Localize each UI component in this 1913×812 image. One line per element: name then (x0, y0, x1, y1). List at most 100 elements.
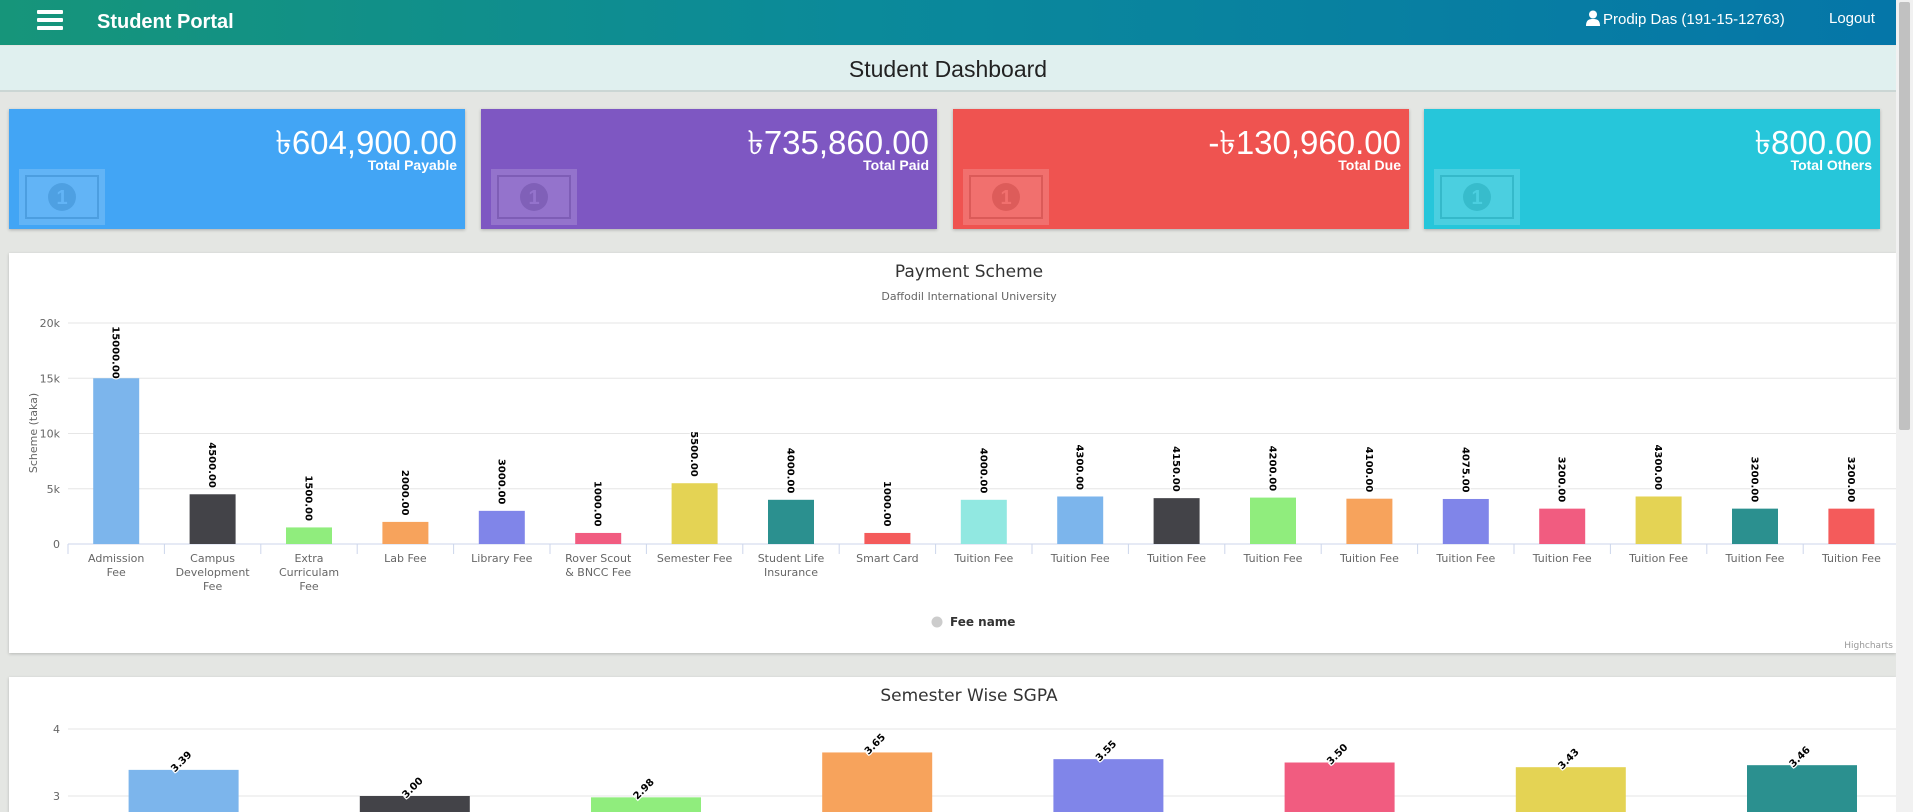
page-title: Student Dashboard (848, 56, 1048, 82)
logout-link[interactable]: Logout (1829, 10, 1875, 27)
x-category-label: Tuition Fee (1146, 552, 1206, 565)
bar (93, 378, 140, 544)
data-label: 3200.00 (1845, 457, 1856, 503)
bar (1250, 497, 1296, 544)
legend-label: Fee name (950, 615, 1015, 629)
bar (128, 769, 239, 812)
x-category-label: Tuition Fee (1339, 552, 1399, 565)
hamburger-icon[interactable] (37, 10, 63, 34)
bar (1732, 508, 1778, 544)
svg-text:1: 1 (1471, 187, 1482, 209)
x-category-label: Library Fee (471, 552, 532, 565)
bar (189, 494, 236, 544)
svg-text:1: 1 (528, 187, 539, 209)
y-tick-label: 5k (47, 483, 61, 496)
data-label: 4300.00 (1074, 444, 1085, 490)
bar (1346, 498, 1393, 544)
bar (671, 483, 718, 544)
data-label: 3000.00 (495, 459, 506, 505)
y-tick-label: 3 (53, 790, 60, 803)
payment-scheme-chart: Payment Scheme Daffodil International Uni… (27, 262, 1896, 651)
data-label: 15000.00 (110, 326, 121, 379)
svg-text:1: 1 (1000, 187, 1011, 209)
money-bill-icon: 1 (491, 169, 577, 225)
user-menu[interactable]: Prodip Das (191-15-12763) (1586, 10, 1785, 28)
bar (286, 527, 332, 544)
card-label: Total Others (1790, 157, 1872, 173)
bar (1539, 508, 1586, 544)
card-total-others: 1 ৳800.00 Total Others (1424, 109, 1880, 229)
payment-scheme-panel: Payment Scheme Daffodil International Uni… (9, 253, 1896, 653)
x-category-label: Student Life Insurance (758, 552, 825, 579)
x-category-label: Smart Card (856, 552, 919, 565)
data-label: 2000.00 (399, 470, 410, 516)
bar (1747, 765, 1857, 812)
card-total-paid: 1 ৳735,860.00 Total Paid (481, 109, 937, 229)
y-tick-label: 20k (40, 317, 61, 330)
data-label: 4300.00 (1652, 444, 1663, 490)
bar (359, 796, 470, 812)
x-category-label: Tuition Fee (1050, 552, 1110, 565)
bar (1442, 498, 1489, 544)
data-label: 4100.00 (1363, 447, 1374, 493)
x-category-label: Tuition Fee (953, 552, 1013, 565)
bar (1828, 508, 1875, 544)
svg-text:1: 1 (56, 187, 67, 209)
bar (822, 752, 933, 812)
legend-symbol (931, 616, 943, 628)
sgpa-panel: Semester Wise SGPA 3 4 3.39 3.00 2.98 3.65 3.55… (9, 677, 1896, 812)
data-label: 4200.00 (1267, 446, 1278, 492)
bar (768, 499, 814, 544)
x-category-label: Tuition Fee (1532, 552, 1592, 565)
bar (864, 532, 911, 544)
data-label: 3200.00 (1749, 457, 1760, 503)
bar (1635, 496, 1682, 544)
brand-title[interactable]: Student Portal (97, 11, 234, 34)
x-category-label: Tuition Fee (1821, 552, 1881, 565)
chart-subtitle: Daffodil International University (881, 290, 1057, 303)
bar (1284, 762, 1395, 812)
bar (960, 499, 1007, 544)
data-label: 1500.00 (303, 475, 314, 521)
data-label: 4075.00 (1459, 447, 1470, 493)
data-label: 5500.00 (688, 431, 699, 477)
x-category-label: Tuition Fee (1435, 552, 1495, 565)
x-category-label: Tuition Fee (1243, 552, 1303, 565)
bar (575, 532, 622, 544)
money-bill-icon: 1 (19, 169, 105, 225)
data-label: 4000.00 (977, 448, 988, 494)
bar (1515, 767, 1626, 812)
money-bill-icon: 1 (1434, 169, 1520, 225)
data-label: 1000.00 (592, 481, 603, 527)
card-label: Total Payable (367, 157, 457, 173)
x-category-label: Campus Development Fee (176, 552, 251, 593)
y-tick-label: 15k (40, 372, 61, 385)
x-category-label: Rover Scout & BNCC Fee (565, 552, 632, 579)
y-axis-label: Scheme (taka) (27, 393, 40, 473)
card-label: Total Paid (863, 157, 929, 173)
y-tick-label: 4 (53, 723, 60, 736)
chart-title: Semester Wise SGPA (880, 686, 1058, 706)
sgpa-chart: Semester Wise SGPA343.393.00 2.983.65 3.55… (53, 686, 1896, 812)
x-category-label: Tuition Fee (1725, 552, 1785, 565)
x-category-label: Extra Curriculam Fee (279, 552, 339, 593)
card-label: Total Due (1338, 157, 1401, 173)
bar (1057, 496, 1104, 544)
bar (591, 797, 701, 812)
x-category-label: Tuition Fee (1628, 552, 1688, 565)
card-total-payable: 1 ৳604,900.00 Total Payable (9, 109, 465, 229)
user-name: Prodip Das (191-15-12763) (1603, 11, 1785, 28)
scrollbar-thumb[interactable] (1899, 2, 1910, 430)
user-icon (1586, 10, 1600, 26)
top-navbar: Student Portal Prodip Das (191-15-12763)… (0, 0, 1896, 45)
data-label: 4150.00 (1170, 446, 1181, 492)
bar (478, 510, 525, 544)
data-label: 1000.00 (881, 481, 892, 527)
data-label: 3200.00 (1556, 457, 1567, 503)
chart-credits: Highcharts (1844, 641, 1893, 651)
x-category-label: Semester Fee (657, 552, 733, 565)
bar (382, 521, 429, 544)
dashboard-title-bar: Student Dashboard (0, 46, 1896, 92)
data-label: 4500.00 (206, 442, 217, 488)
x-category-label: Admission Fee (88, 552, 144, 579)
